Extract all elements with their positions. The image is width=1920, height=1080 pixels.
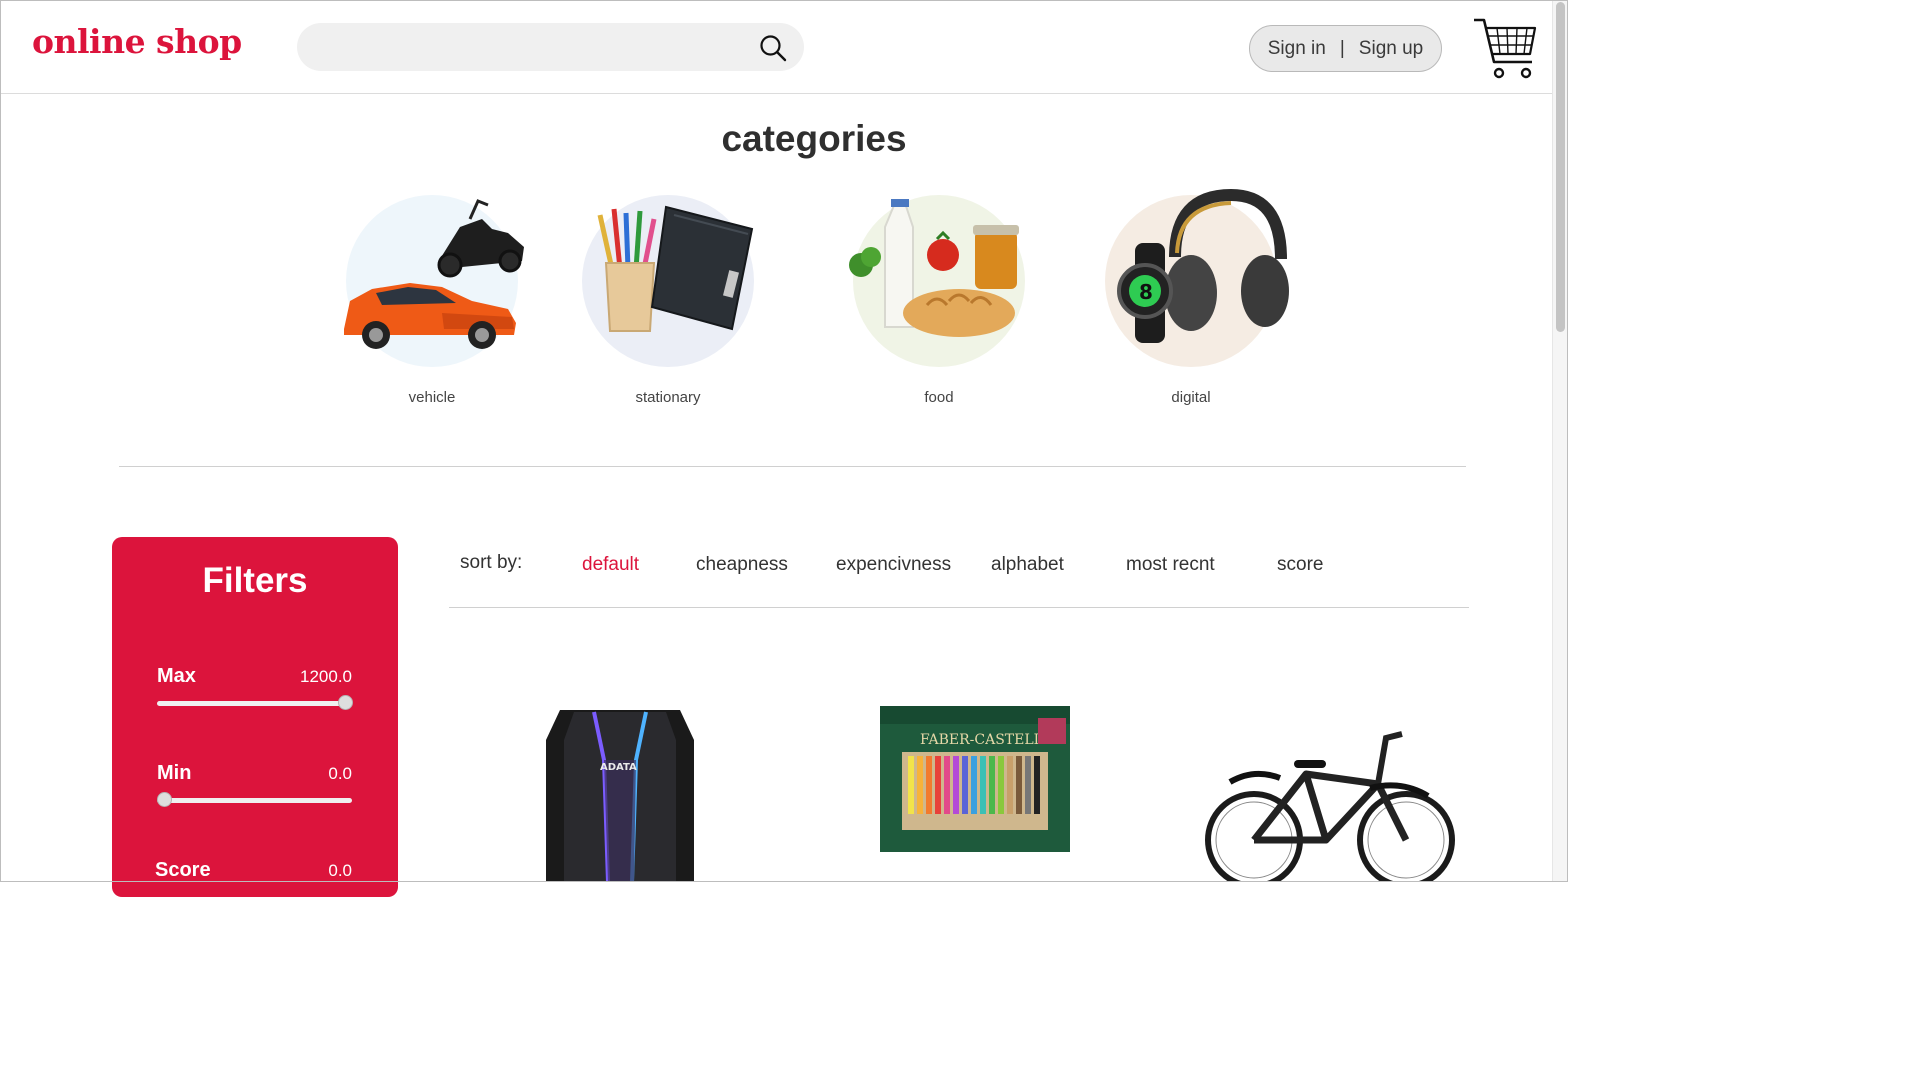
product-card-colored-pencils[interactable]: FABER-CASTELL	[878, 704, 1072, 854]
categories-title: categories	[721, 118, 907, 159]
stationary-illustration	[597, 205, 754, 332]
cart-icon[interactable]	[1472, 16, 1538, 82]
pencil-decoration	[953, 756, 959, 814]
pencil-decoration	[926, 756, 932, 814]
search-bar[interactable]	[297, 23, 804, 71]
sign-up-link[interactable]: Sign up	[1359, 38, 1423, 60]
filter-min-label: Min	[157, 762, 192, 784]
digital-illustration: 8	[1117, 188, 1289, 343]
filter-min-slider-handle[interactable]	[157, 792, 172, 807]
filter-max-label: Max	[157, 665, 196, 687]
pencil-decoration	[998, 756, 1004, 814]
sort-option-expencivness[interactable]: expencivness	[836, 554, 951, 576]
sort-option-most-recent[interactable]: most recnt	[1126, 554, 1215, 576]
pencil-decoration	[1007, 756, 1013, 814]
category-digital-image[interactable]: 8	[1105, 188, 1289, 367]
sort-option-score[interactable]: score	[1277, 554, 1323, 576]
category-stationary-image[interactable]	[582, 195, 754, 367]
product-card-hard-drive[interactable]: ADATA	[544, 700, 696, 883]
category-label: vehicle	[408, 389, 456, 406]
pencil-decoration	[971, 756, 977, 814]
sort-label: sort by:	[460, 552, 523, 573]
product-brand-text: ADATA	[600, 762, 637, 773]
sort-option-alphabet[interactable]: alphabet	[991, 554, 1064, 576]
filters-panel: Filters Max 1200.0 Min 0.0 Score 0.0	[112, 537, 398, 897]
pencil-decoration	[908, 756, 914, 814]
pencil-decoration	[962, 756, 968, 814]
category-digital[interactable]: 8 digital	[1091, 188, 1291, 406]
section-divider	[119, 466, 1466, 467]
pencil-decoration	[1025, 756, 1031, 814]
filter-max-slider[interactable]	[157, 701, 352, 706]
category-food[interactable]: food	[839, 195, 1039, 406]
filter-max-slider-handle[interactable]	[338, 695, 353, 710]
category-label: stationary	[635, 389, 701, 406]
pencil-decoration	[1034, 756, 1040, 814]
search-icon[interactable]	[758, 33, 788, 63]
sort-divider	[449, 607, 1469, 608]
pencil-decoration	[944, 756, 950, 814]
svg-text:8: 8	[1139, 280, 1153, 304]
filter-score-value: 0.0	[328, 861, 352, 880]
product-image-hard-drive: ADATA	[546, 710, 694, 883]
pencil-decoration	[935, 756, 941, 814]
filter-min-slider[interactable]	[157, 798, 352, 803]
scrollbar-thumb[interactable]	[1556, 2, 1565, 332]
product-image-colored-pencils: FABER-CASTELL	[880, 706, 1070, 852]
category-label: food	[924, 389, 954, 406]
search-input[interactable]	[317, 31, 741, 65]
category-stationary[interactable]: stationary	[568, 195, 768, 406]
filter-score-label: Score	[155, 859, 211, 881]
header: online shop Sign in | Sign up	[0, 0, 1552, 94]
logo[interactable]: online shop	[32, 22, 242, 61]
pencil-decoration	[989, 756, 995, 814]
filter-min-value: 0.0	[328, 764, 352, 783]
pencil-decoration	[980, 756, 986, 814]
filter-max-value: 1200.0	[300, 667, 352, 686]
sort-option-cheapness[interactable]: cheapness	[696, 554, 788, 576]
product-brand-text: FABER-CASTELL	[920, 732, 1043, 748]
category-label: digital	[1171, 389, 1211, 406]
pencil-decoration	[917, 756, 923, 814]
sort-option-default[interactable]: default	[582, 554, 639, 576]
pencil-decoration	[1016, 756, 1022, 814]
product-card-bicycle[interactable]	[1202, 728, 1456, 889]
vehicle-illustration	[344, 199, 524, 349]
filters-title: Filters	[202, 561, 308, 600]
auth-separator: |	[1339, 37, 1345, 59]
sign-in-link[interactable]: Sign in	[1268, 38, 1326, 60]
category-vehicle[interactable]: vehicle	[332, 195, 532, 406]
category-food-image[interactable]	[849, 195, 1025, 367]
product-image-bicycle	[1205, 731, 1455, 889]
auth-pill: Sign in | Sign up	[1249, 25, 1442, 72]
food-illustration	[849, 199, 1019, 337]
category-vehicle-image[interactable]	[344, 195, 524, 367]
